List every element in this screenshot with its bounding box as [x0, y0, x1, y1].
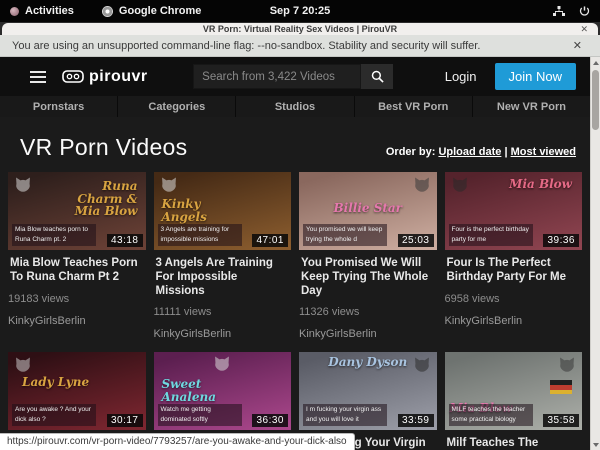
search-icon: [371, 70, 384, 83]
video-card[interactable]: Mia Blow MILF teaches the teacher some p…: [445, 352, 583, 450]
thumb-caption: You promised we will keep trying the who…: [303, 224, 387, 246]
thumb-caption: MILF teaches the teacher some practical …: [449, 404, 533, 426]
warning-text: You are using an unsupported command-lin…: [12, 40, 480, 52]
thumb-caption: Are you awake ? And your dick also ?: [12, 404, 96, 426]
video-thumbnail[interactable]: Sweet Analena Watch me getting dominated…: [154, 352, 292, 430]
network-icon[interactable]: [553, 6, 565, 17]
german-flag: [550, 380, 572, 394]
main-nav: Pornstars Categories Studios Best VR Por…: [0, 96, 590, 117]
nav-item-categories[interactable]: Categories: [118, 96, 236, 117]
power-icon[interactable]: [579, 6, 590, 17]
order-by-label: Order by:: [386, 146, 436, 158]
system-clock[interactable]: Sep 7 20:25: [0, 5, 600, 17]
video-title[interactable]: Milf Teaches The Teacher Some Practical …: [447, 437, 581, 450]
duration-badge: 47:01: [252, 234, 288, 247]
page-scrollbar[interactable]: [590, 57, 600, 450]
thumb-caption: Mia Blow teaches porn to Runa Charm pt. …: [12, 224, 96, 246]
page-title: VR Porn Videos: [20, 134, 187, 161]
video-title[interactable]: Four Is The Perfect Birthday Party For M…: [447, 257, 581, 285]
thumb-overlay-name: Sweet Analena: [162, 378, 234, 403]
studio-watermark-cat-icon: [450, 175, 470, 198]
video-studio-link[interactable]: KinkyGirlsBerlin: [299, 328, 437, 340]
system-top-bar: Activities Google Chrome Sep 7 20:25: [0, 0, 600, 22]
site-header: pirouvr Login Join Now: [0, 57, 590, 96]
video-title[interactable]: You Promised We Will Keep Trying The Who…: [301, 257, 435, 298]
nav-item-best-vr[interactable]: Best VR Porn: [355, 96, 473, 117]
tab-title: VR Porn: Virtual Reality Sex Videos | Pi…: [203, 25, 397, 34]
thumb-overlay-name: Billie Star: [299, 202, 437, 215]
duration-badge: 33:59: [398, 414, 434, 427]
duration-badge: 35:58: [543, 414, 579, 427]
search-input[interactable]: [193, 64, 361, 89]
scrollbar-up-arrow-icon[interactable]: [591, 57, 600, 68]
duration-badge: 36:30: [252, 414, 288, 427]
nav-item-new-vr[interactable]: New VR Porn: [473, 96, 590, 117]
thumb-overlay-name: Kinky Angels: [162, 198, 234, 223]
thumb-overlay-name: Mia Blow: [509, 178, 572, 191]
order-most-viewed-link[interactable]: Most viewed: [511, 146, 576, 158]
video-views: 11111 views: [154, 306, 292, 318]
scrollbar-thumb[interactable]: [592, 70, 599, 130]
hamburger-menu-icon[interactable]: [30, 71, 46, 83]
video-views: 11326 views: [299, 306, 437, 318]
video-studio-link[interactable]: KinkyGirlsBerlin: [445, 315, 583, 327]
video-thumbnail[interactable]: Kinky Angels 3 Angels are training for i…: [154, 172, 292, 250]
thumb-caption: Four is the perfect birthday party for m…: [449, 224, 533, 246]
vr-goggles-icon: [62, 70, 84, 83]
browser-tab-strip: VR Porn: Virtual Reality Sex Videos | Pi…: [0, 22, 600, 35]
nav-item-studios[interactable]: Studios: [236, 96, 354, 117]
video-title[interactable]: Mia Blow Teaches Porn To Runa Charm Pt 2: [10, 257, 144, 285]
site-logo[interactable]: pirouvr: [62, 68, 148, 86]
studio-watermark-cat-icon: [557, 355, 577, 378]
video-thumbnail[interactable]: Billie Star You promised we will keep tr…: [299, 172, 437, 250]
warning-close-icon[interactable]: ✕: [573, 39, 582, 52]
studio-watermark-cat-icon: [212, 354, 232, 377]
video-card[interactable]: Runa Charm & Mia Blow Mia Blow teaches p…: [8, 172, 146, 340]
link-status-bar: https://pirouvr.com/vr-porn-video/779325…: [0, 433, 355, 450]
search-bar: [193, 64, 393, 89]
browser-tab[interactable]: VR Porn: Virtual Reality Sex Videos | Pi…: [2, 23, 598, 35]
duration-badge: 39:36: [543, 234, 579, 247]
video-grid: Runa Charm & Mia Blow Mia Blow teaches p…: [0, 172, 590, 450]
video-studio-link[interactable]: KinkyGirlsBerlin: [8, 315, 146, 327]
order-upload-date-link[interactable]: Upload date: [438, 146, 501, 158]
nav-item-pornstars[interactable]: Pornstars: [0, 96, 118, 117]
thumb-overlay-name: Lady Lyne: [22, 376, 89, 389]
duration-badge: 25:03: [398, 234, 434, 247]
video-card[interactable]: Mia Blow Four is the perfect birthday pa…: [445, 172, 583, 340]
duration-badge: 30:17: [107, 414, 143, 427]
thumb-overlay-name: Runa Charm & Mia Blow: [66, 180, 138, 218]
desktop: Activities Google Chrome Sep 7 20:25 VR …: [0, 0, 600, 450]
tab-close-icon[interactable]: ✕: [580, 24, 588, 35]
video-thumbnail[interactable]: Lady Lyne Are you awake ? And your dick …: [8, 352, 146, 430]
search-button[interactable]: [361, 64, 393, 89]
video-views: 19183 views: [8, 293, 146, 305]
video-thumbnail[interactable]: Mia Blow Four is the perfect birthday pa…: [445, 172, 583, 250]
video-card[interactable]: Billie Star You promised we will keep tr…: [299, 172, 437, 340]
video-thumbnail[interactable]: Mia Blow MILF teaches the teacher some p…: [445, 352, 583, 430]
studio-watermark-cat-icon: [159, 175, 179, 198]
thumb-caption: Watch me getting dominated softly: [158, 404, 242, 426]
join-now-button[interactable]: Join Now: [495, 63, 576, 90]
scrollbar-down-arrow-icon[interactable]: [591, 439, 600, 450]
studio-watermark-cat-icon: [13, 175, 33, 198]
thumb-caption: 3 Angels are training for impossible mis…: [158, 224, 242, 246]
video-thumbnail[interactable]: Dany Dyson I m fucking your virgin ass a…: [299, 352, 437, 430]
order-by: Order by: Upload date | Most viewed: [386, 146, 576, 158]
video-card[interactable]: Kinky Angels 3 Angels are training for i…: [154, 172, 292, 340]
browser-warning-bar: You are using an unsupported command-lin…: [0, 35, 600, 57]
thumb-overlay-name: Dany Dyson: [299, 356, 437, 369]
duration-badge: 43:18: [107, 234, 143, 247]
video-studio-link[interactable]: KinkyGirlsBerlin: [154, 328, 292, 340]
logo-text: pirouvr: [89, 68, 148, 86]
studio-watermark-cat-icon: [412, 175, 432, 198]
video-views: 6958 views: [445, 293, 583, 305]
order-separator: |: [504, 146, 507, 158]
browser-viewport: pirouvr Login Join Now Pornstars Cate: [0, 57, 600, 450]
video-thumbnail[interactable]: Runa Charm & Mia Blow Mia Blow teaches p…: [8, 172, 146, 250]
video-title[interactable]: 3 Angels Are Training For Impossible Mis…: [156, 257, 290, 298]
login-link[interactable]: Login: [445, 69, 477, 84]
thumb-caption: I m fucking your virgin ass and you will…: [303, 404, 387, 426]
